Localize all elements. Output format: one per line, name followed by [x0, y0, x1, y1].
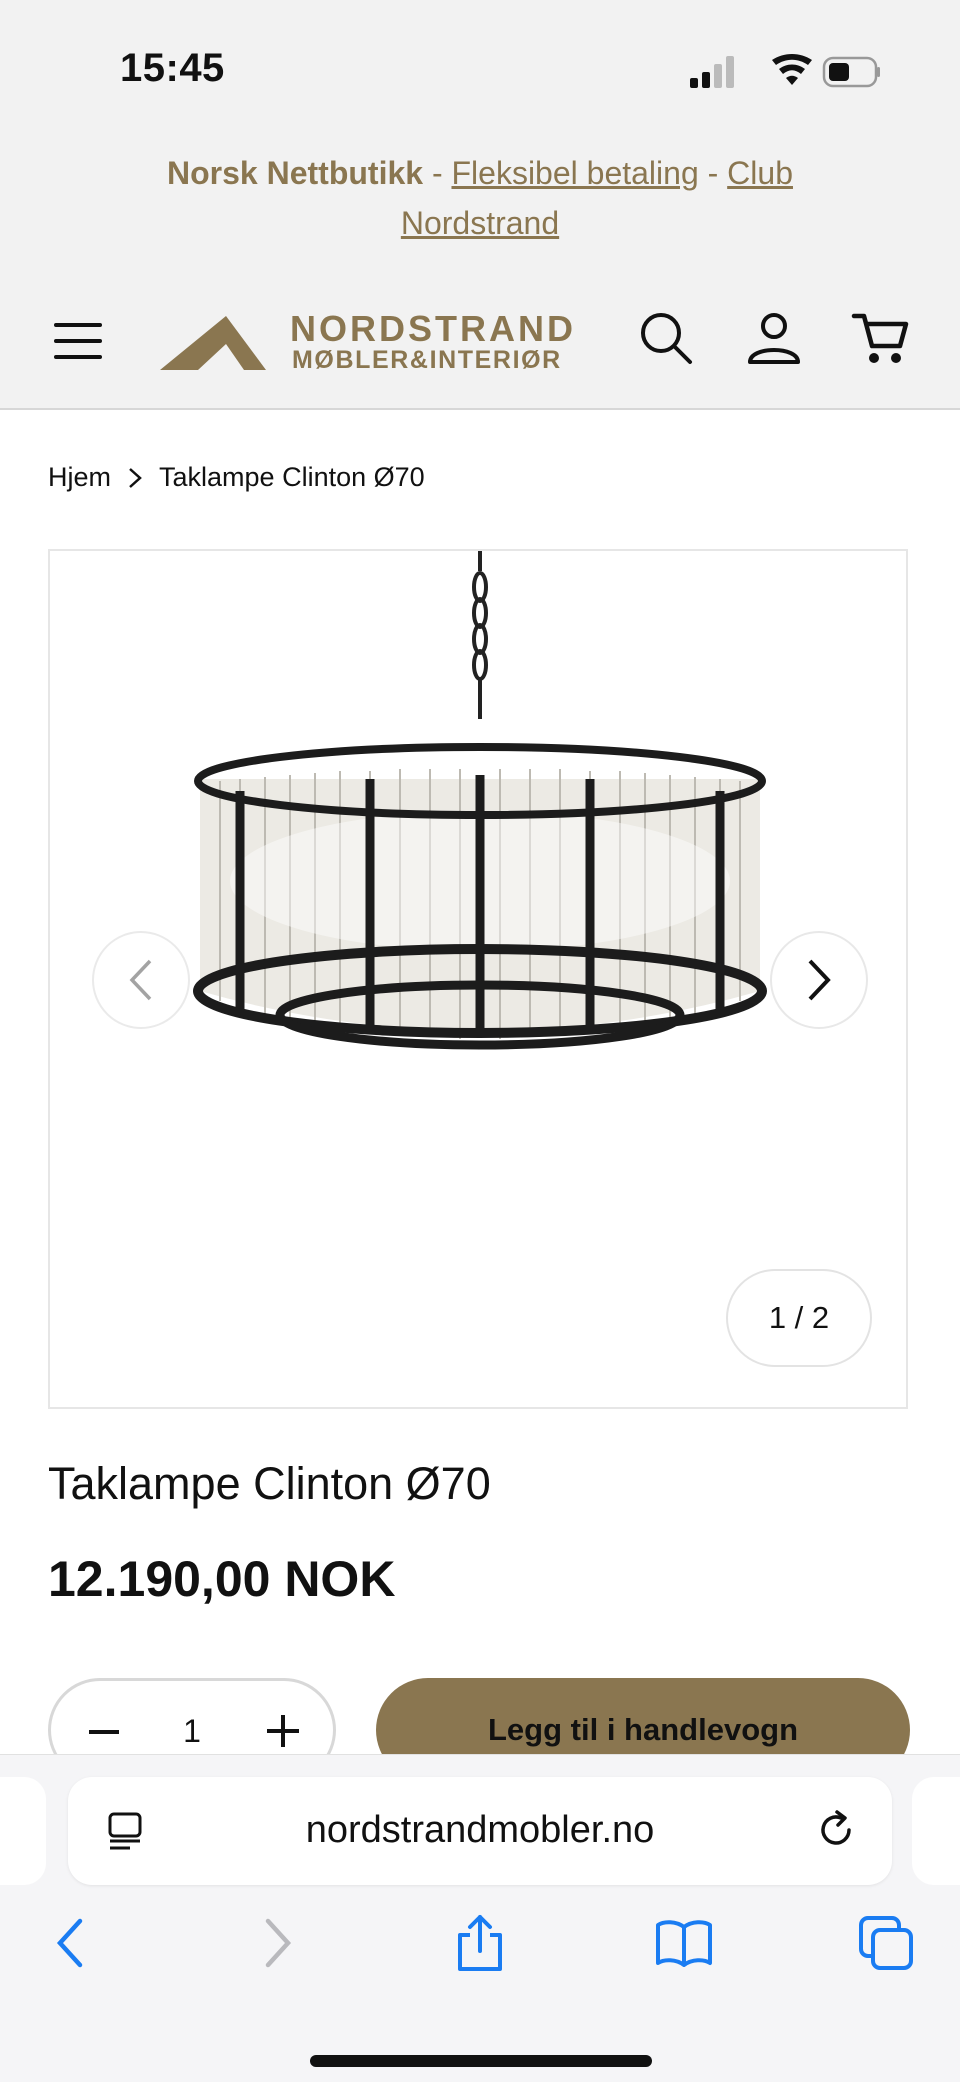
breadcrumb: Hjem Taklampe Clinton Ø70: [48, 462, 425, 493]
logo-wordmark: NORDSTRAND: [290, 308, 576, 349]
announcement-brand: Norsk Nettbutikk: [167, 155, 424, 191]
announcement-separator: -: [423, 155, 452, 191]
flexible-payment-link[interactable]: Fleksibel betaling: [451, 155, 698, 191]
forward-icon: [265, 1918, 292, 1968]
product-gallery: 1 / 2: [48, 549, 908, 1409]
menu-icon[interactable]: [50, 313, 106, 369]
status-bar: 15:45: [0, 0, 960, 130]
back-button[interactable]: [40, 1913, 100, 1973]
status-icons: [690, 54, 880, 88]
plus-icon[interactable]: [265, 1713, 301, 1749]
user-icon[interactable]: [744, 308, 804, 368]
back-icon: [56, 1918, 83, 1968]
wifi-icon: [772, 54, 812, 85]
chevron-left-icon: [129, 959, 152, 1001]
url-text[interactable]: nordstrandmobler.no: [68, 1809, 892, 1852]
gallery-counter: 1 / 2: [726, 1269, 872, 1367]
logo-mark-icon: [160, 316, 266, 370]
club-nordstrand-link-cont[interactable]: Nordstrand: [401, 205, 559, 241]
bookmarks-button[interactable]: [654, 1913, 714, 1973]
reload-icon[interactable]: [816, 1809, 858, 1851]
chevron-right-icon: [808, 959, 831, 1001]
home-indicator: [310, 2055, 652, 2067]
battery-icon: [822, 56, 880, 88]
product-price: 12.190,00 NOK: [48, 1551, 396, 1607]
announcement-separator: -: [698, 155, 728, 191]
browser-toolbar: nordstrandmobler.no: [0, 1754, 960, 2082]
site-header: NORDSTRAND MØBLER&INTERIØR: [0, 280, 960, 410]
tabs-button[interactable]: [856, 1913, 916, 1973]
breadcrumb-current: Taklampe Clinton Ø70: [159, 462, 425, 492]
site-logo[interactable]: NORDSTRAND MØBLER&INTERIØR: [160, 304, 610, 376]
address-bar[interactable]: nordstrandmobler.no: [68, 1777, 892, 1885]
cart-icon[interactable]: [850, 308, 910, 368]
tabs-icon: [859, 1916, 913, 1970]
bookmarks-icon: [656, 1920, 712, 1967]
gallery-prev-button[interactable]: [92, 931, 190, 1029]
product-title: Taklampe Clinton Ø70: [48, 1458, 491, 1509]
announcement-bar: Norsk Nettbutikk - Fleksibel betaling - …: [0, 130, 960, 280]
forward-button[interactable]: [248, 1913, 308, 1973]
logo-subtitle: MØBLER&INTERIØR: [292, 346, 562, 374]
search-icon[interactable]: [636, 308, 696, 368]
club-nordstrand-link[interactable]: Club: [727, 155, 793, 191]
share-button[interactable]: [450, 1913, 510, 1973]
signal-icon: [690, 56, 734, 88]
chevron-right-icon: [129, 467, 142, 488]
product-image[interactable]: [170, 551, 790, 1071]
gallery-next-button[interactable]: [770, 931, 868, 1029]
status-time: 15:45: [120, 46, 225, 90]
share-icon: [458, 1915, 502, 1971]
previous-tab-preview[interactable]: [0, 1777, 46, 1885]
next-tab-preview[interactable]: [912, 1777, 960, 1885]
breadcrumb-home-link[interactable]: Hjem: [48, 462, 111, 493]
